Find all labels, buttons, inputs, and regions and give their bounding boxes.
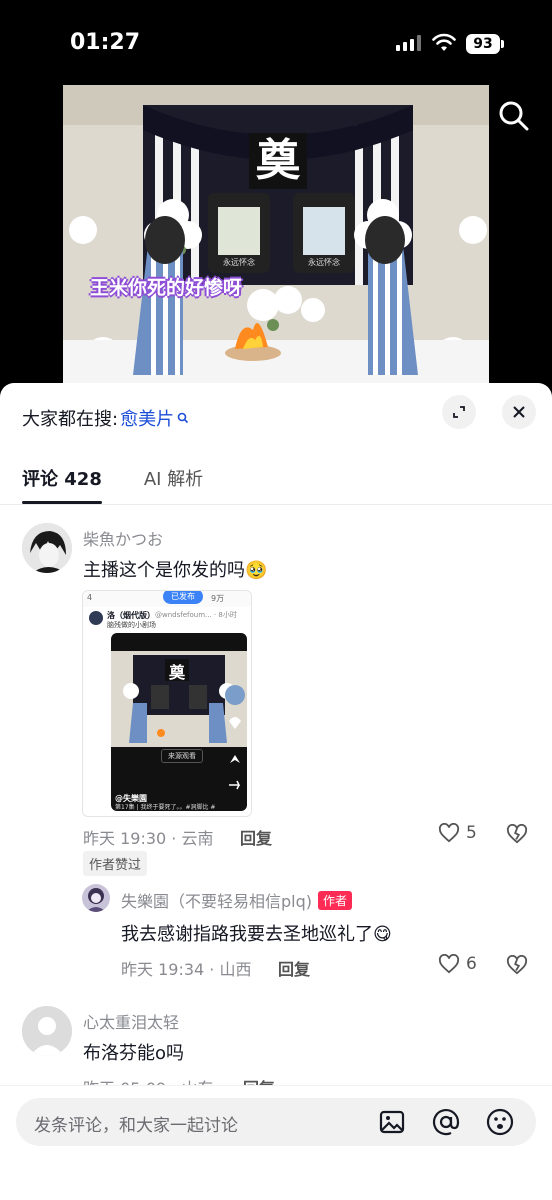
avatar-image bbox=[22, 523, 72, 573]
author-liked-badge: 作者赞过 bbox=[83, 851, 148, 876]
close-button[interactable] bbox=[502, 395, 536, 429]
comment-tabs: 评论 428 AI 解析 bbox=[22, 465, 203, 504]
video-caption: 王米你死的好惨呀 bbox=[90, 277, 243, 299]
small-search-icon bbox=[177, 412, 189, 424]
avatar-image bbox=[82, 884, 110, 912]
thumb-author-avatar bbox=[89, 611, 103, 625]
like-count: 5 bbox=[466, 823, 477, 843]
comment-username[interactable]: 心太重泪太轻 bbox=[83, 1009, 179, 1033]
comment-username[interactable]: 柴魚かつお bbox=[83, 526, 163, 550]
trending-search[interactable]: 大家都在搜: 愈美片 bbox=[22, 405, 189, 431]
comment-emoji: 🥹 bbox=[245, 560, 268, 581]
tab-ai-analysis[interactable]: AI 解析 bbox=[144, 465, 203, 491]
video-center-char: 奠 bbox=[256, 135, 300, 186]
heart-icon bbox=[438, 823, 460, 843]
expand-icon bbox=[453, 406, 465, 418]
broken-heart-icon[interactable] bbox=[506, 955, 528, 975]
close-icon bbox=[513, 406, 525, 418]
search-button[interactable] bbox=[494, 96, 534, 136]
thumb-source-button: 来源观看 bbox=[161, 749, 203, 763]
broken-heart-icon[interactable] bbox=[506, 824, 528, 844]
comment-text: 布洛芬能o吗 bbox=[83, 1043, 185, 1064]
wifi-icon bbox=[432, 33, 456, 51]
mention-icon[interactable] bbox=[430, 1106, 462, 1138]
search-icon bbox=[499, 101, 529, 131]
avatar[interactable] bbox=[22, 1006, 72, 1056]
thumb-topbar: 4 已发布 9万 bbox=[83, 591, 251, 607]
status-bar: 01:27 93 bbox=[0, 0, 552, 80]
reply-username-text: 失樂園（不要轻易相信plq) bbox=[121, 892, 313, 911]
signal-icon bbox=[396, 35, 421, 51]
video-player[interactable]: 奠 永远怀念 永远怀念 王米你死的好惨呀 bbox=[63, 85, 489, 385]
thumb-stat2: 9万 bbox=[211, 594, 225, 603]
like-button[interactable]: 6 bbox=[438, 954, 477, 974]
video-frame bbox=[63, 85, 489, 385]
expand-button[interactable] bbox=[442, 395, 476, 429]
comment-text-content: 主播这个是你发的吗 bbox=[83, 560, 245, 581]
comment-input[interactable]: 发条评论，和大家一起讨论 bbox=[16, 1098, 536, 1146]
comment-meta: 昨天 19:34 · 山西 bbox=[121, 960, 252, 979]
comment-username[interactable]: 失樂園（不要轻易相信plq) 作者 bbox=[121, 888, 353, 912]
like-button[interactable]: 5 bbox=[438, 823, 477, 843]
tabs-divider bbox=[0, 504, 552, 505]
avatar[interactable] bbox=[22, 523, 72, 573]
comment-text-content: 我去感谢指路我要去圣地巡礼了 bbox=[121, 924, 373, 945]
portrait-plaque-right: 永远怀念 bbox=[308, 258, 340, 267]
thumb-bottom-desc: 第17集 | 我终于要死了。。#洞脚比 # bbox=[115, 804, 216, 811]
thumb-video: 奠 来源观看 @失樂園 第17集 | 我终于要死了。。#洞脚比 # bbox=[111, 633, 247, 811]
comment-image-thumbnail[interactable]: 4 已发布 9万 洛（烟代版） @wndsfefoum... · 8小时 脑残做… bbox=[82, 590, 252, 817]
battery-indicator: 93 bbox=[466, 34, 504, 54]
comment-input-bar: 发条评论，和大家一起讨论 bbox=[0, 1085, 552, 1200]
thumb-stat: 4 bbox=[87, 593, 93, 602]
comment-text: 我去感谢指路我要去圣地巡礼了😋 bbox=[121, 920, 392, 946]
thumb-sub: 脑残做的小剧场 bbox=[107, 621, 156, 629]
default-avatar-icon bbox=[22, 1006, 72, 1056]
heart-icon bbox=[438, 954, 460, 974]
comment-input-placeholder: 发条评论，和大家一起讨论 bbox=[34, 1116, 238, 1136]
avatar[interactable] bbox=[82, 884, 110, 912]
comment-sheet: 大家都在搜: 愈美片 评论 428 AI 解析 柴魚かつお 主播这个是你发的吗🥹… bbox=[0, 383, 552, 1200]
thumb-published-pill: 已发布 bbox=[163, 591, 203, 604]
comment-meta: 昨天 19:30 · 云南 bbox=[83, 829, 214, 848]
thumb-video-char: 奠 bbox=[168, 663, 185, 682]
status-time: 01:27 bbox=[70, 30, 141, 55]
like-count: 6 bbox=[466, 954, 477, 974]
reply-button[interactable]: 回复 bbox=[240, 825, 272, 849]
comment-emoji: 😋 bbox=[373, 924, 392, 945]
tab-comments[interactable]: 评论 428 bbox=[22, 465, 102, 504]
thumb-handle: @wndsfefoum... · 8小时 bbox=[155, 611, 237, 619]
trending-search-prefix: 大家都在搜: bbox=[22, 409, 119, 430]
emoji-icon[interactable] bbox=[484, 1106, 516, 1138]
trending-search-keyword[interactable]: 愈美片 bbox=[120, 405, 174, 431]
author-tag: 作者 bbox=[318, 891, 353, 910]
comment-text: 主播这个是你发的吗🥹 bbox=[83, 556, 267, 582]
reply-button[interactable]: 回复 bbox=[278, 956, 310, 980]
image-icon[interactable] bbox=[376, 1106, 408, 1138]
portrait-plaque-left: 永远怀念 bbox=[223, 258, 255, 267]
